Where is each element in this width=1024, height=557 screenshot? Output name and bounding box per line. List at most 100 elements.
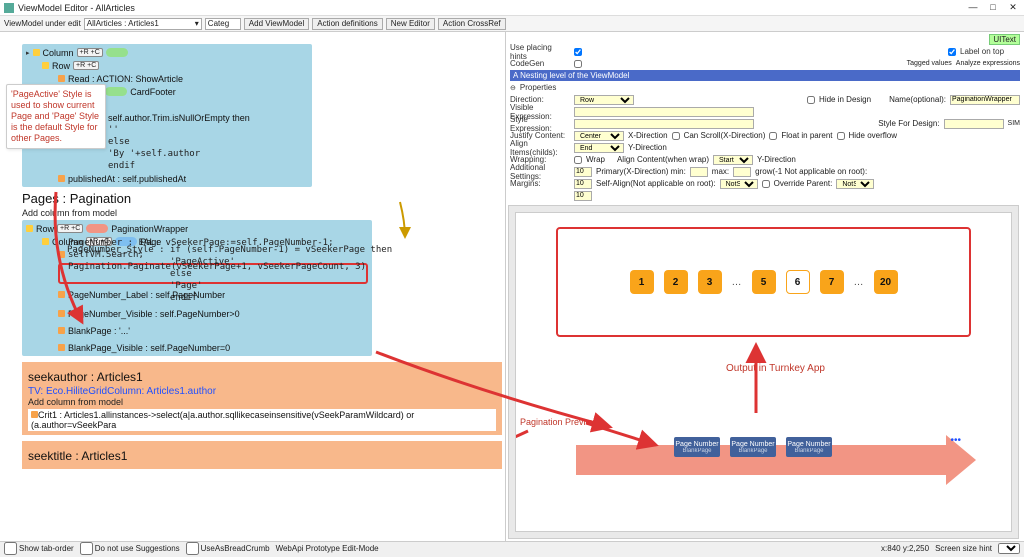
pagination-wrapper[interactable]: PaginationWrapper: [111, 224, 188, 234]
rc-badge[interactable]: +R +C: [77, 48, 103, 57]
wrap-checkbox[interactable]: [574, 156, 582, 164]
tooltip-callout: 'PageActive' Style is used to show curre…: [6, 84, 106, 149]
ellipsis-icon: …: [854, 277, 864, 288]
row-icon: [42, 62, 49, 69]
tab-order-checkbox[interactable]: [4, 542, 17, 555]
tagged-values-tab[interactable]: Tagged values: [907, 60, 952, 67]
margin-input-2[interactable]: [574, 191, 592, 201]
cardfooter-label[interactable]: CardFooter: [130, 87, 176, 97]
sim-button[interactable]: SIM: [1008, 120, 1020, 127]
status-bar: Show tab-order Do not use Suggestions Us…: [0, 541, 1024, 555]
align-content-select[interactable]: Start: [713, 155, 753, 165]
self-align-select[interactable]: NotSet: [720, 179, 758, 189]
window-title: ViewModel Editor - AllArticles: [18, 3, 966, 13]
float-checkbox[interactable]: [769, 132, 777, 140]
screen-size-label: Screen size hint: [935, 544, 992, 553]
add-column-button-2[interactable]: Add column from model: [28, 397, 123, 407]
page-btn-2[interactable]: 2: [664, 270, 688, 294]
add-viewmodel-button[interactable]: Add ViewModel: [244, 18, 309, 30]
crit1-expr[interactable]: Crit1 : Articles1.allinstances->select(a…: [31, 410, 414, 430]
read-action[interactable]: Read : ACTION: ShowArticle: [68, 74, 183, 84]
action-definitions-button[interactable]: Action definitions: [312, 18, 382, 30]
app-icon: [4, 3, 14, 13]
codegen-checkbox[interactable]: [574, 60, 582, 68]
close-button[interactable]: ✕: [1006, 2, 1020, 13]
coords-label: x:840 y:2,250: [881, 544, 929, 553]
output-label: Output in Turnkey App: [726, 363, 825, 374]
visible-expr-input[interactable]: [574, 107, 754, 117]
page-btn-20[interactable]: 20: [874, 270, 898, 294]
minimize-button[interactable]: —: [966, 2, 980, 13]
override-checkbox[interactable]: [762, 180, 770, 188]
tv-link[interactable]: TV: Eco.HiliteGridColumn: Articles1.auth…: [28, 386, 496, 397]
author-body: '' else 'By '+self.author endif: [108, 124, 308, 172]
wrapper-pill: [86, 224, 108, 233]
label-top-checkbox[interactable]: [948, 48, 956, 56]
hide-design-checkbox[interactable]: [807, 96, 815, 104]
name-input[interactable]: [950, 95, 1020, 105]
right-panel: UIText Use placing hintsLabel on top Cod…: [506, 32, 1024, 541]
direction-select[interactable]: Row: [574, 95, 634, 105]
grow-input[interactable]: [733, 167, 751, 177]
under-edit-label: ViewModel under edit: [4, 19, 81, 28]
seekauthor-block[interactable]: seekauthor : Articles1 TV: Eco.HiliteGri…: [22, 362, 502, 435]
edit-mode-button[interactable]: WebApi Prototype Edit-Mode: [276, 544, 379, 553]
screen-size-select[interactable]: [998, 543, 1020, 554]
action-crossref-button[interactable]: Action CrossRef: [438, 18, 506, 30]
green-pill-icon: [106, 48, 128, 57]
preview-pagenumber-1[interactable]: Page NumberBlankPage: [674, 437, 720, 457]
page-btn-3[interactable]: 3: [698, 270, 722, 294]
ellipsis-icon: …: [732, 277, 742, 288]
column-label[interactable]: Column: [43, 48, 74, 58]
toolbar: ViewModel under edit AllArticles : Artic…: [0, 16, 1024, 32]
can-scroll-checkbox[interactable]: [672, 132, 680, 140]
suggestions-checkbox[interactable]: [80, 542, 93, 555]
more-icon[interactable]: •••: [950, 435, 961, 446]
column-icon: [33, 49, 40, 56]
preview-pagenumber-2[interactable]: Page NumberBlankPage: [730, 437, 776, 457]
style-expr-input[interactable]: [574, 119, 754, 129]
pill-icon: [105, 87, 127, 96]
pages-heading[interactable]: Pages : Pagination: [22, 191, 505, 206]
breadcrumb-checkbox[interactable]: [186, 542, 199, 555]
page-btn-5[interactable]: 5: [752, 270, 776, 294]
use-hints-checkbox[interactable]: [574, 48, 582, 56]
hide-overflow-checkbox[interactable]: [837, 132, 845, 140]
override-select[interactable]: NotSet: [836, 179, 874, 189]
seekauthor-heading: seekauthor : Articles1: [28, 370, 496, 384]
new-editor-button[interactable]: New Editor: [386, 18, 435, 30]
nesting-header: A Nesting level of the ViewModel: [510, 70, 1020, 81]
margin-input[interactable]: [574, 179, 592, 189]
blankpage-visible[interactable]: BlankPage_Visible : self.PageNumber=0: [68, 343, 230, 353]
publishedat[interactable]: publishedAt : self.publishedAt: [68, 174, 186, 184]
seektitle-heading: seektitle : Articles1: [28, 449, 496, 463]
uitext-badge[interactable]: UIText: [989, 34, 1020, 45]
page-btn-1[interactable]: 1: [630, 270, 654, 294]
expand-icon[interactable]: ▸: [26, 49, 30, 57]
categ-combo[interactable]: Categ: [205, 18, 241, 30]
blankpage-expr[interactable]: BlankPage : '...': [68, 326, 130, 336]
max-input[interactable]: [690, 167, 708, 177]
titlebar: ViewModel Editor - AllArticles — □ ✕: [0, 0, 1024, 16]
preview-pagenumber-3[interactable]: Page NumberBlankPage: [786, 437, 832, 457]
page-btn-6-active[interactable]: 6: [786, 270, 810, 294]
pagenumber-label-expr[interactable]: PageNumber_Label : self.PageNumber: [68, 290, 225, 300]
action-icon: [58, 75, 65, 82]
style-highlight-box: PageNumber_Style : if (self.PageNumber-1…: [58, 263, 368, 284]
preview-area: 1 2 3 … 5 6 7 … 20 Output in Turnkey App…: [508, 205, 1019, 539]
analyze-tab[interactable]: Analyze expressions: [956, 60, 1020, 67]
add-column-button-1[interactable]: Add column from model: [22, 208, 117, 218]
page-btn-7[interactable]: 7: [820, 270, 844, 294]
justify-select[interactable]: Center: [574, 131, 624, 141]
maximize-button[interactable]: □: [986, 2, 1000, 13]
style-design-input[interactable]: [944, 119, 1004, 129]
preview-label: Pagination Preview: [520, 417, 597, 427]
published-icon: [58, 175, 65, 182]
align-items-select[interactable]: End: [574, 143, 624, 153]
primary-min-input[interactable]: [574, 167, 592, 177]
pagination-output: 1 2 3 … 5 6 7 … 20: [556, 227, 971, 337]
viewmodel-combo[interactable]: AllArticles : Articles1▾: [84, 18, 202, 30]
seektitle-block[interactable]: seektitle : Articles1: [22, 441, 502, 469]
pagenumber-visible[interactable]: PageNumber_Visible : self.PageNumber>0: [68, 309, 240, 319]
row-label[interactable]: Row: [52, 61, 70, 71]
